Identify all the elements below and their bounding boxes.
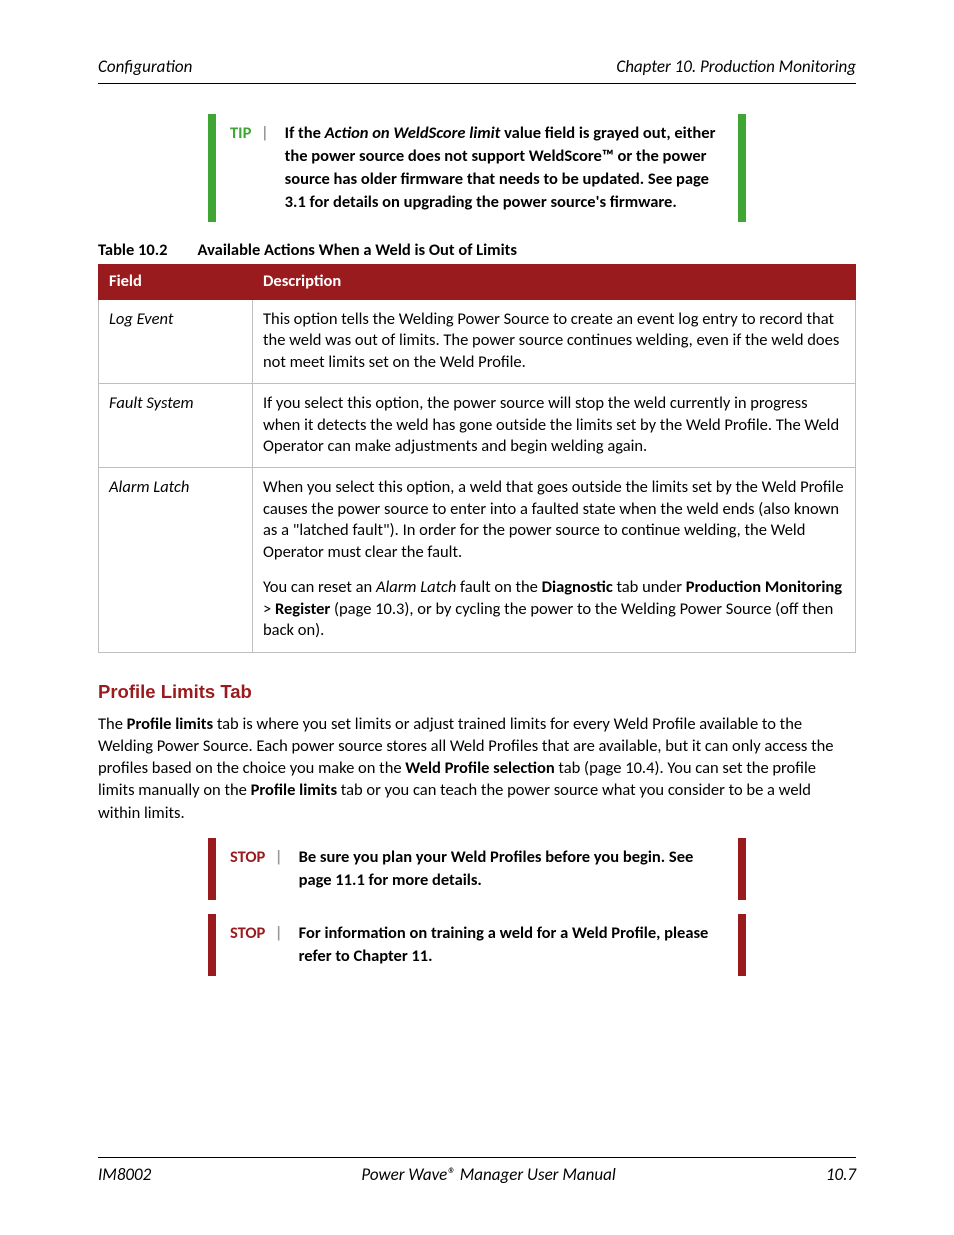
tip-label: TIP | [216,114,277,222]
row-desc: This option tells the Welding Power Sour… [253,299,856,383]
stop-pipe: | [275,847,283,867]
row-field: Fault System [99,384,253,468]
table-header-row: Field Description [99,265,856,299]
table-caption: Table 10.2 Available Actions When a Weld … [98,240,856,260]
running-header: Configuration Chapter 10. Production Mon… [98,56,856,84]
col-desc: Description [253,265,856,299]
t-bold: Profile limits [127,714,213,734]
t: fault on the [456,577,541,597]
stop-label: STOP | [216,838,291,900]
t-bold: Production Monitoring [686,577,842,597]
tip-callout: TIP | If the Action on WeldScore limit v… [208,114,746,222]
tip-label-text: TIP [230,123,251,143]
footer-center: Power Wave® Manager User Manual [361,1164,615,1185]
footer-divider [98,1157,856,1158]
stop-label-text: STOP [230,923,265,943]
tip-em: Action on WeldScore limit [325,123,501,143]
row-field: Log Event [99,299,253,383]
header-left: Configuration [98,56,192,77]
callout-bar-left [208,114,216,222]
tip-text: If the Action on WeldScore limit value f… [277,114,738,222]
t: > [263,599,275,619]
row-field: Alarm Latch [99,468,253,652]
callout-bar-right [738,914,746,976]
t-bold: Register [275,599,330,619]
tip-pre: If the [285,123,325,143]
table-num: Table 10.2 [98,240,168,260]
col-field: Field [99,265,253,299]
row-desc: When you select this option, a weld that… [253,468,856,652]
t: You can reset an [263,577,376,597]
stop-text: For information on training a weld for a… [291,914,738,976]
page-footer: IM8002 Power Wave® Manager User Manual 1… [98,1157,856,1185]
table-title: Available Actions When a Weld is Out of … [198,240,517,260]
footer-right: 10.7 [826,1164,856,1185]
t: The [98,714,127,734]
callout-bar-left [208,914,216,976]
stop-text: Be sure you plan your Weld Profiles befo… [291,838,738,900]
table-row: Fault System If you select this option, … [99,384,856,468]
row-desc-p2: You can reset an Alarm Latch fault on th… [263,577,845,641]
t: tab under [613,577,686,597]
stop-pipe: | [275,923,283,943]
t: (page 10.3), or by cycling the power to … [263,599,833,640]
table-row: Alarm Latch When you select this option,… [99,468,856,652]
t-bold: Diagnostic [542,577,613,597]
header-right: Chapter 10. Production Monitoring [616,56,856,77]
stop-label: STOP | [216,914,291,976]
callout-bar-left [208,838,216,900]
stop-callout: STOP | Be sure you plan your Weld Profil… [208,838,746,900]
section-heading: Profile Limits Tab [98,681,856,703]
tip-pipe: | [261,123,269,143]
callout-bar-right [738,114,746,222]
t-bold: Profile limits [251,780,337,800]
stop-label-text: STOP [230,847,265,867]
row-desc: If you select this option, the power sou… [253,384,856,468]
callout-bar-right [738,838,746,900]
stop-callout: STOP | For information on training a wel… [208,914,746,976]
table-row: Log Event This option tells the Welding … [99,299,856,383]
row-desc-p1: When you select this option, a weld that… [263,477,845,563]
t-bold: Weld Profile selection [405,758,554,778]
footer-left: IM8002 [98,1164,151,1185]
document-page: Configuration Chapter 10. Production Mon… [0,0,954,1235]
t-em: Alarm Latch [376,577,456,597]
section-paragraph: The Profile limits tab is where you set … [98,713,856,824]
actions-table: Field Description Log Event This option … [98,264,856,652]
